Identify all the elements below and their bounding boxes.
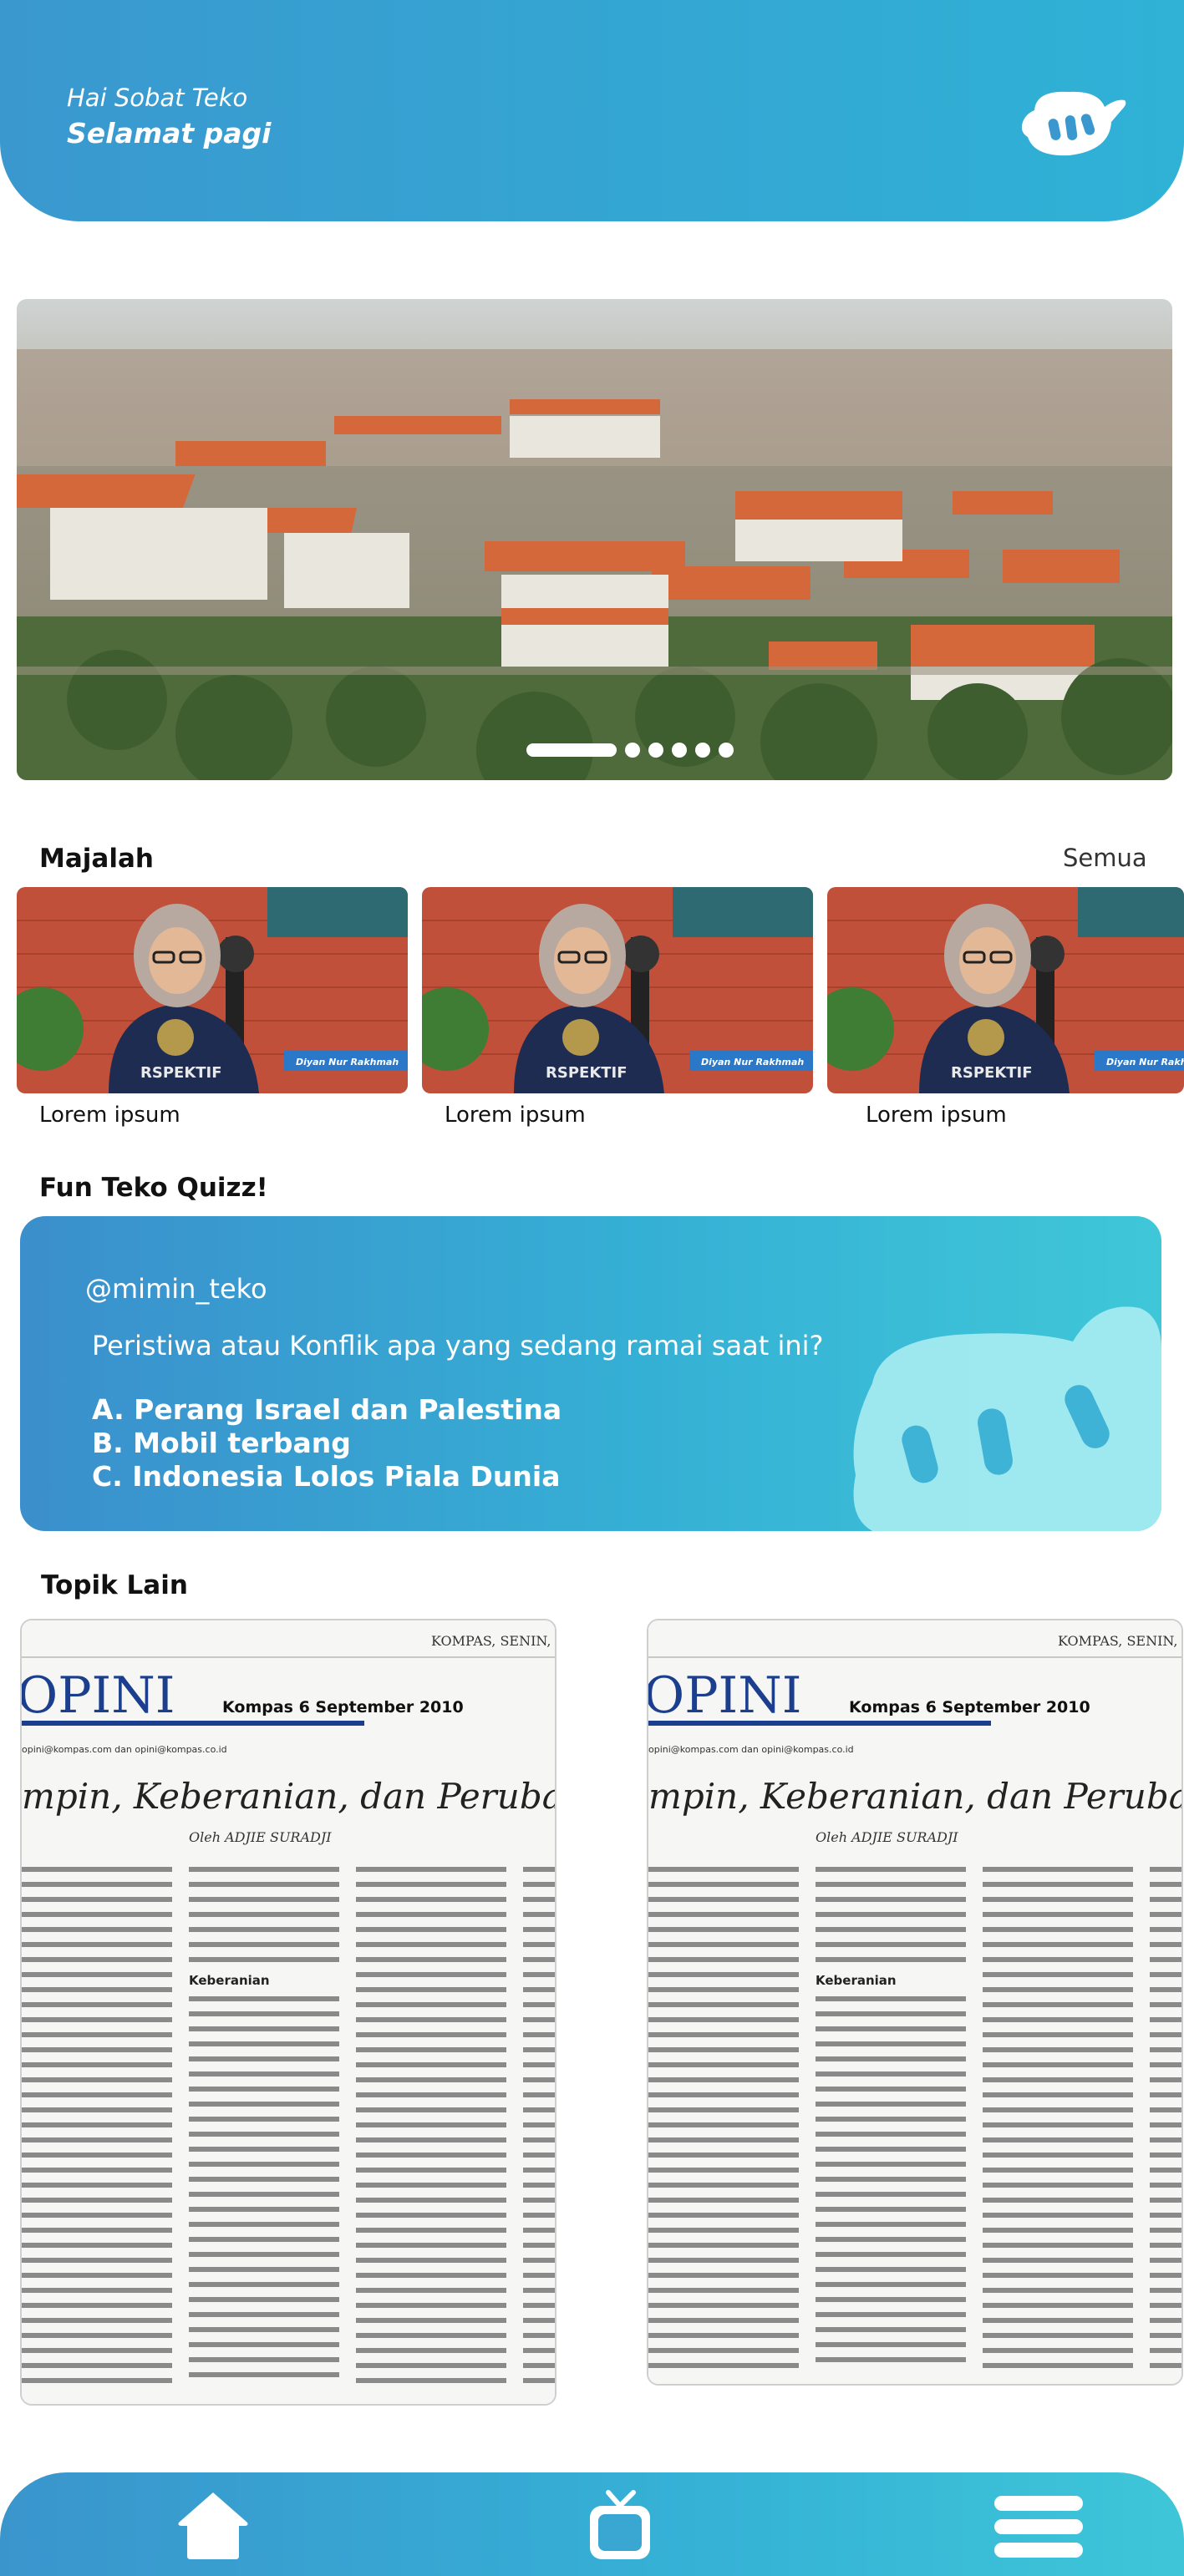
majalah-thumbnail: Diyan Nur Rakhmah RSPEKTIF <box>17 887 408 1093</box>
majalah-caption: Lorem ipsum <box>445 1103 586 1128</box>
quiz-section-title: Fun Teko Quizz! <box>39 1173 268 1203</box>
svg-text:Keberanian: Keberanian <box>816 1973 897 1988</box>
svg-text:OPINI: OPINI <box>648 1666 801 1725</box>
svg-text:Oleh ADJIE SURADJI: Oleh ADJIE SURADJI <box>816 1829 958 1845</box>
topik-section-title: Topik Lain <box>41 1570 188 1600</box>
svg-text:mpin, Keberanian, dan Perubah: mpin, Keberanian, dan Perubah <box>648 1776 1183 1817</box>
svg-text:Keberanian: Keberanian <box>189 1973 270 1988</box>
carousel-dot[interactable] <box>672 743 687 758</box>
quiz-card[interactable]: @mimin_teko Peristiwa atau Konflik apa y… <box>20 1216 1161 1531</box>
svg-text:RSPEKTIF: RSPEKTIF <box>140 1064 222 1082</box>
carousel-dot[interactable] <box>695 743 710 758</box>
svg-text:Kompas 6 September 2010: Kompas 6 September 2010 <box>222 1698 464 1716</box>
newspaper-clipping: KOMPAS, SENIN, OPINI Kompas 6 September … <box>648 1620 1183 2384</box>
svg-text:opini@kompas.com dan opini@kom: opini@kompas.com dan opini@kompas.co.id <box>648 1744 854 1755</box>
majalah-section-title: Majalah <box>39 844 154 874</box>
bottom-navigation <box>0 2472 1184 2576</box>
see-all-link[interactable]: Semua <box>1063 844 1147 872</box>
carousel-dot-active[interactable] <box>526 743 617 757</box>
quiz-question: Peristiwa atau Konflik apa yang sedang r… <box>92 1330 824 1362</box>
tv-icon[interactable] <box>585 2489 655 2563</box>
newspaper-clipping: KOMPAS, SENIN, OPINI Kompas 6 September … <box>22 1620 556 2404</box>
svg-text:RSPEKTIF: RSPEKTIF <box>546 1064 628 1082</box>
teko-logo-icon[interactable] <box>1018 85 1131 162</box>
majalah-card[interactable]: Diyan Nur Rakhmah RSPEKTIF <box>422 887 813 1093</box>
majalah-caption: Lorem ipsum <box>866 1103 1007 1128</box>
svg-text:OPINI: OPINI <box>22 1666 175 1725</box>
speaker-label: Diyan Nur Rakhmah <box>296 1057 399 1067</box>
teko-mascot-icon <box>853 1306 1161 1531</box>
salutation-text: Selamat pagi <box>67 117 272 150</box>
majalah-thumbnail: Diyan Nur Rakhmah RSPEKTIF <box>827 887 1184 1093</box>
greeting-text: Hai Sobat Teko <box>67 84 248 112</box>
quiz-option-b[interactable]: B. Mobil terbang <box>92 1427 351 1459</box>
carousel-indicator[interactable] <box>526 742 734 758</box>
topik-card[interactable]: KOMPAS, SENIN, OPINI Kompas 6 September … <box>20 1619 556 2406</box>
speaker-label: Diyan Nur Rakhmah <box>1106 1057 1184 1067</box>
carousel-dot[interactable] <box>648 743 663 758</box>
svg-text:opini@kompas.com dan opini@kom: opini@kompas.com dan opini@kompas.co.id <box>22 1744 227 1755</box>
svg-text:RSPEKTIF: RSPEKTIF <box>951 1064 1033 1082</box>
carousel-dot[interactable] <box>625 743 640 758</box>
majalah-caption: Lorem ipsum <box>39 1103 180 1128</box>
majalah-card[interactable]: Diyan Nur Rakhmah RSPEKTIF <box>827 887 1184 1093</box>
home-icon[interactable] <box>175 2489 251 2561</box>
campus-banner-carousel[interactable] <box>17 299 1172 780</box>
svg-text:Kompas 6 September 2010: Kompas 6 September 2010 <box>849 1698 1090 1716</box>
menu-icon[interactable] <box>994 2496 1083 2558</box>
quiz-handle: @mimin_teko <box>85 1273 267 1305</box>
majalah-card[interactable]: Diyan Nur Rakhmah RSPEKTIF <box>17 887 408 1093</box>
majalah-thumbnail: Diyan Nur Rakhmah RSPEKTIF <box>422 887 813 1093</box>
svg-text:KOMPAS, SENIN,: KOMPAS, SENIN, <box>1058 1633 1177 1649</box>
campus-aerial-photo <box>17 299 1172 780</box>
speaker-label: Diyan Nur Rakhmah <box>701 1057 804 1067</box>
app-header: Hai Sobat Teko Selamat pagi <box>0 0 1184 221</box>
svg-text:KOMPAS, SENIN,: KOMPAS, SENIN, <box>431 1633 551 1649</box>
svg-text:Oleh ADJIE SURADJI: Oleh ADJIE SURADJI <box>189 1829 332 1845</box>
carousel-dot[interactable] <box>719 743 734 758</box>
svg-text:mpin, Keberanian, dan Perubah: mpin, Keberanian, dan Perubah <box>22 1776 556 1817</box>
quiz-option-a[interactable]: A. Perang Israel dan Palestina <box>92 1393 562 1426</box>
quiz-option-c[interactable]: C. Indonesia Lolos Piala Dunia <box>92 1460 561 1493</box>
topik-card[interactable]: KOMPAS, SENIN, OPINI Kompas 6 September … <box>647 1619 1183 2386</box>
